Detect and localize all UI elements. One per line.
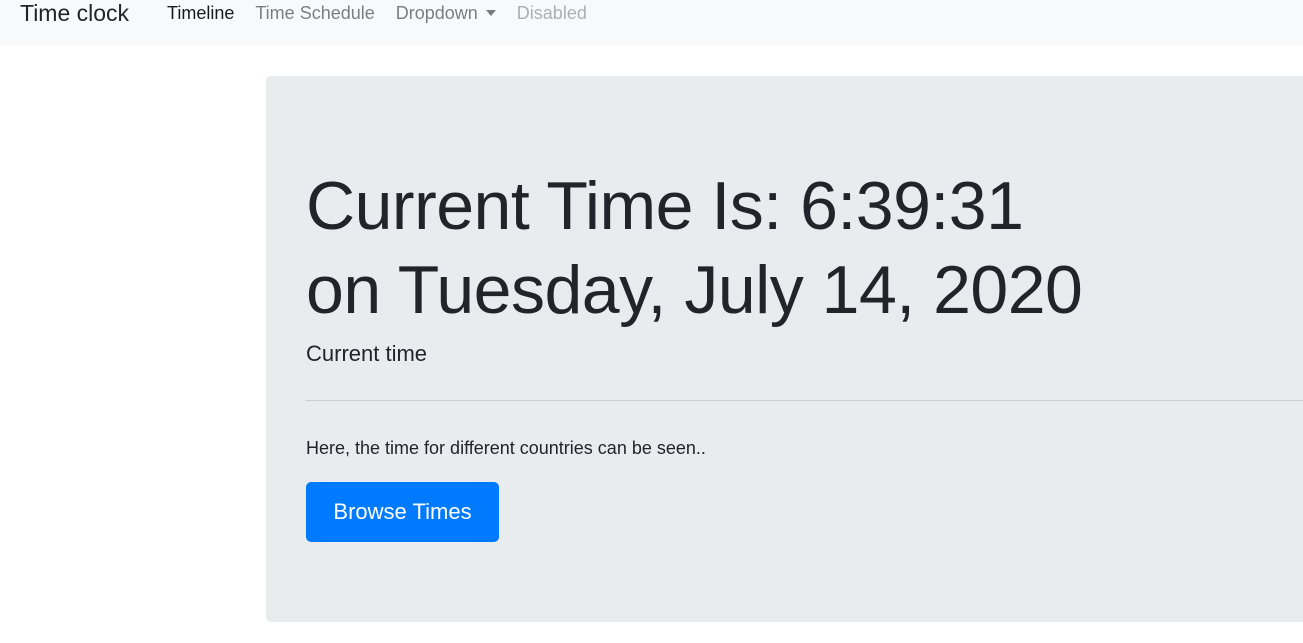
nav-dropdown-toggle[interactable]: Dropdown: [396, 0, 496, 26]
nav-link-disabled: Disabled: [516, 3, 587, 23]
current-date-heading: on Tuesday, July 14, 2020: [306, 252, 1083, 328]
browse-times-button[interactable]: Browse Times: [306, 482, 499, 542]
nav-dropdown-label: Dropdown: [395, 3, 478, 23]
nav-links: Timeline Time Schedule Dropdown Disabled: [167, 0, 608, 26]
description-text: Here, the time for different countries c…: [306, 438, 706, 458]
page-title: Current Time Is: 6:39:31 on Tuesday, July…: [306, 164, 1083, 332]
nav-link-time-schedule[interactable]: Time Schedule: [255, 0, 374, 26]
navbar: Time clock Timeline Time Schedule Dropdo…: [0, 0, 1303, 46]
lead-text: Current time: [306, 341, 428, 366]
divider: [306, 400, 1303, 401]
current-time-heading: Current Time Is: 6:39:31: [306, 168, 1024, 244]
jumbotron: Current Time Is: 6:39:31 on Tuesday, July…: [266, 76, 1303, 622]
navbar-brand[interactable]: Time clock: [20, 0, 129, 29]
caret-down-icon: [485, 10, 496, 16]
nav-link-timeline[interactable]: Timeline: [167, 0, 234, 26]
